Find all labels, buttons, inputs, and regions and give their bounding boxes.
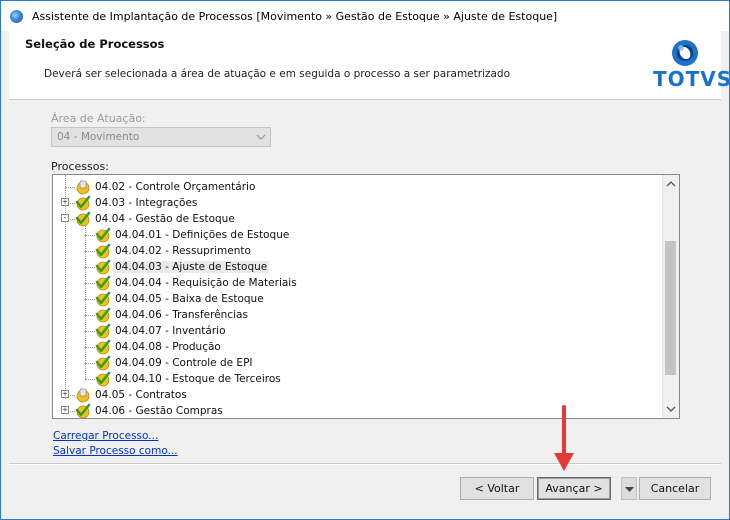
tree-item-label: 04.04.01 - Definições de Estoque	[115, 229, 290, 241]
totvs-logo: TOTVS	[649, 35, 730, 95]
tree-connector	[85, 347, 95, 348]
tree-connector	[85, 299, 95, 300]
scroll-up-icon[interactable]	[666, 180, 676, 188]
footer-divider	[9, 463, 721, 465]
options-dropdown-button[interactable]	[621, 477, 637, 500]
tree-item-label: 04.04.07 - Inventário	[115, 325, 226, 337]
wizard-header: Seleção de Processos Deverá ser selecion…	[9, 31, 730, 100]
checked-icon	[95, 307, 111, 323]
tree-item-label: 04.04.04 - Requisição de Materiais	[115, 277, 297, 289]
tree-item-label: 04.04.09 - Controle de EPI	[115, 357, 253, 369]
tree-connector	[85, 235, 95, 236]
annotation-arrow-icon	[554, 405, 574, 471]
partial-icon	[75, 179, 91, 195]
partial-icon	[75, 387, 91, 403]
tree-item-label: 04.04.03 - Ajuste de Estoque	[113, 261, 270, 273]
tree-connector	[85, 363, 95, 364]
processes-label: Processos:	[51, 160, 109, 173]
cancel-button[interactable]: Cancelar	[639, 477, 711, 500]
tree-connector	[85, 315, 95, 316]
area-select-value: 04 - Movimento	[57, 131, 140, 143]
tree-item-label: 04.05 - Contratos	[95, 389, 187, 401]
wizard-window: Assistente de Implantação de Processos […	[0, 0, 730, 520]
scroll-thumb[interactable]	[665, 241, 676, 375]
expand-icon[interactable]: +	[61, 406, 69, 414]
checked-icon	[75, 211, 91, 227]
tree-connector	[85, 251, 95, 252]
tree-connector	[85, 267, 95, 268]
tree-item-label: 04.04.08 - Produção	[115, 341, 221, 353]
next-button[interactable]: Avançar >	[537, 477, 611, 500]
area-select[interactable]: 04 - Movimento	[51, 127, 271, 147]
checked-icon	[95, 227, 111, 243]
load-process-link[interactable]: Carregar Processo...	[53, 430, 158, 442]
area-label: Área de Atuação:	[51, 112, 146, 125]
tree-connector	[85, 331, 95, 332]
checked-icon	[95, 355, 111, 371]
collapse-icon[interactable]: -	[61, 214, 69, 222]
back-button[interactable]: < Voltar	[460, 477, 534, 500]
expand-icon[interactable]: +	[61, 198, 69, 206]
tree-item-label: 04.06 - Gestão Compras	[95, 405, 223, 417]
page-description: Deverá ser selecionada a área de atuação…	[44, 68, 511, 80]
tree-item-label: 04.04.06 - Transferências	[115, 309, 248, 321]
tree-item-label: 04.04 - Gestão de Estoque	[95, 213, 235, 225]
tree-connector	[85, 379, 95, 380]
save-process-link[interactable]: Salvar Processo como...	[53, 445, 178, 457]
tree-guide-line	[65, 175, 66, 399]
expand-icon[interactable]: +	[61, 390, 69, 398]
scroll-down-icon[interactable]	[666, 405, 676, 413]
tree-connector	[65, 187, 75, 188]
processes-tree[interactable]: 04.02 - Controle Orçamentário +04.03 - In…	[52, 174, 680, 419]
title-bar: Assistente de Implantação de Processos […	[1, 1, 729, 31]
tree-item-label: 04.04.10 - Estoque de Terceiros	[115, 373, 281, 385]
checked-icon	[95, 275, 111, 291]
tree-item-label: 04.02 - Controle Orçamentário	[95, 181, 256, 193]
checked-icon	[95, 371, 111, 387]
checked-icon	[75, 195, 91, 211]
tree-item-label: 04.04.02 - Ressuprimento	[115, 245, 251, 257]
totvs-logo-icon	[672, 40, 698, 66]
chevron-down-icon	[256, 134, 266, 140]
tree-connector	[85, 283, 95, 284]
checked-icon	[95, 291, 111, 307]
page-title: Seleção de Processos	[25, 37, 165, 51]
checked-icon	[95, 259, 111, 275]
tree-scrollbar[interactable]	[662, 175, 679, 418]
window-title: Assistente de Implantação de Processos […	[32, 10, 558, 23]
checked-icon	[95, 243, 111, 259]
tree-item-label: 04.03 - Integrações	[95, 197, 198, 209]
caret-down-icon	[625, 487, 634, 492]
tree-item-label: 04.04.05 - Baixa de Estoque	[115, 293, 264, 305]
checked-icon	[95, 339, 111, 355]
logo-text: TOTVS	[653, 67, 730, 91]
checked-icon	[75, 403, 91, 418]
checked-icon	[95, 323, 111, 339]
app-icon	[10, 10, 23, 23]
